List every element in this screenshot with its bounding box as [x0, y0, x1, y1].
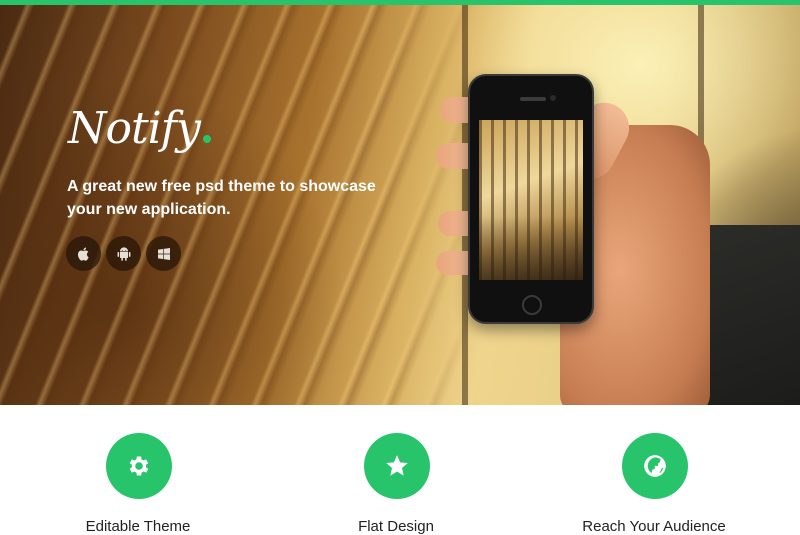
feature-reach-audience: Reach Your Audience	[544, 405, 764, 535]
hero-section: Notify A great new free psd theme to sho…	[0, 5, 800, 405]
hero-tagline: A great new free psd theme to showcase y…	[67, 178, 376, 218]
features-section: Editable Theme Flat Design Reach Your Au…	[0, 405, 800, 535]
android-icon	[117, 246, 130, 261]
windows-icon	[157, 247, 170, 260]
android-store-button[interactable]	[106, 236, 141, 271]
feature-flat-design: Flat Design	[286, 405, 506, 535]
phone-screen	[479, 120, 583, 280]
feature-title: Editable Theme	[85, 518, 191, 535]
brand-logo-text: Notify	[68, 103, 201, 154]
phone-speaker	[520, 97, 546, 101]
feature-title: Flat Design	[358, 518, 434, 535]
phone-home-button	[522, 295, 542, 315]
logo-dot	[202, 135, 211, 143]
brand-logo[interactable]: Notify	[68, 101, 211, 157]
feature-icon-circle	[622, 433, 688, 499]
phone-camera	[550, 95, 556, 101]
windows-store-button[interactable]	[146, 236, 181, 271]
feature-editable-theme: Editable Theme	[28, 405, 248, 535]
platform-buttons	[66, 236, 181, 271]
apple-icon	[77, 246, 89, 261]
gear-icon	[129, 456, 149, 476]
apple-store-button[interactable]	[66, 236, 101, 271]
star-icon	[386, 455, 408, 476]
globe-icon	[644, 455, 666, 477]
phone-mockup	[468, 74, 594, 324]
feature-icon-circle	[364, 433, 430, 499]
feature-icon-circle	[106, 433, 172, 499]
feature-title: Reach Your Audience	[582, 518, 726, 535]
